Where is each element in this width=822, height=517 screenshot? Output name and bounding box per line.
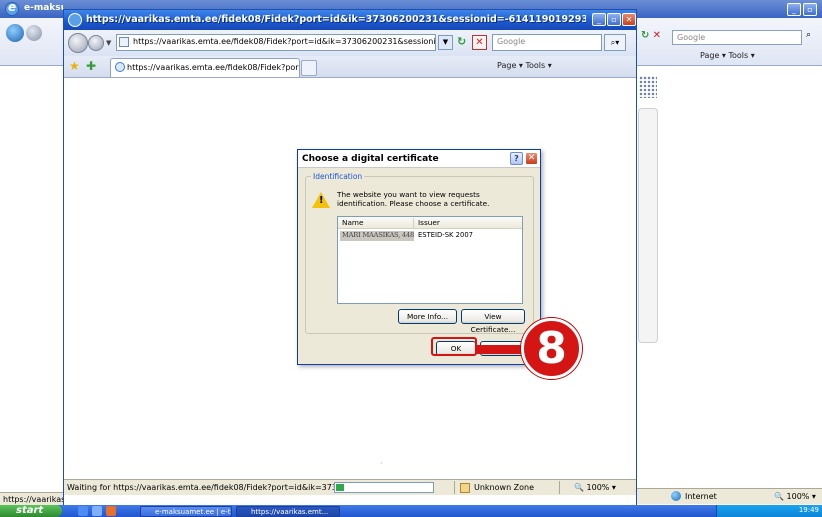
column-header-name[interactable]: Name xyxy=(338,218,414,228)
background-zoom[interactable]: 🔍 100% ▾ xyxy=(774,492,816,501)
security-zone[interactable]: Unknown Zone xyxy=(474,483,534,492)
column-header-issuer[interactable]: Issuer xyxy=(414,218,522,228)
stop-icon[interactable]: ✕ xyxy=(472,35,487,50)
ie-icon xyxy=(68,13,82,27)
search-input[interactable]: Google xyxy=(492,34,602,51)
search-icon[interactable]: ⌕ xyxy=(806,30,820,45)
background-status-text: https://vaarikas.e xyxy=(0,492,63,506)
more-info-button[interactable]: More Info... xyxy=(398,309,457,324)
add-favorites-icon[interactable]: ✚ xyxy=(86,59,96,73)
address-bar[interactable]: https://vaarikas.emta.ee/fidek08/Fidek?p… xyxy=(116,34,436,51)
background-page-panel xyxy=(638,108,658,343)
tab-active[interactable]: https://vaarikas.emta.ee/fidek08/Fidek?p… xyxy=(110,58,300,77)
page-icon xyxy=(119,37,129,47)
certificate-issuer: ESTEID-SK 2007 xyxy=(418,231,473,239)
back-arrow-icon[interactable] xyxy=(68,33,88,53)
list-header: Name Issuer xyxy=(338,217,522,229)
back-arrow-icon[interactable] xyxy=(6,24,24,42)
command-bar[interactable]: Page ▾ Tools ▾ xyxy=(497,61,552,70)
window-controls: _ ▫ ✕ xyxy=(591,13,636,26)
status-divider xyxy=(454,481,455,494)
close-icon[interactable]: ✕ xyxy=(525,152,538,165)
background-zoom-value: 100% xyxy=(786,492,810,501)
page-placeholder-mark: · xyxy=(380,459,383,468)
progress-bar-fill xyxy=(336,484,344,491)
history-dropdown-icon[interactable]: ▼ xyxy=(106,39,111,47)
dialog-message: The website you want to view requests id… xyxy=(337,190,490,208)
group-label: Identification xyxy=(311,172,365,181)
background-status-zone: Internet xyxy=(685,492,717,501)
progress-bar xyxy=(334,482,434,493)
certificate-name: MARI MAASIKAS, 44801 xyxy=(340,231,414,241)
favorites-star-icon[interactable]: ★ xyxy=(69,59,80,73)
search-icon[interactable]: ⌕▾ xyxy=(604,34,626,51)
globe-icon xyxy=(671,491,681,501)
warning-icon-mark: ! xyxy=(319,195,324,206)
quicklaunch-desktop-icon[interactable] xyxy=(92,506,102,516)
tab-bar: ★ ✚ https://vaarikas.emta.ee/fidek08/Fid… xyxy=(64,56,636,78)
status-divider xyxy=(559,481,560,494)
status-text: Waiting for https://vaarikas.emta.ee/fid… xyxy=(67,483,337,492)
list-item[interactable]: MARI MAASIKAS, 44801 ESTEID-SK 2007 xyxy=(338,231,522,241)
background-command-bar[interactable]: Page ▾ Tools ▾ xyxy=(700,51,755,60)
ok-highlight-box xyxy=(431,337,477,356)
ie-icon xyxy=(5,0,19,16)
loading-icon xyxy=(115,62,125,72)
zone-icon xyxy=(460,483,470,493)
refresh-icon[interactable]: ↻ xyxy=(457,35,466,48)
start-button[interactable]: start xyxy=(0,505,62,517)
minimize-icon[interactable]: _ xyxy=(787,3,801,16)
zoom-level[interactable]: 🔍 100% ▾ xyxy=(574,483,616,492)
new-tab-button[interactable] xyxy=(301,60,317,76)
dialog-title: Choose a digital certificate xyxy=(302,154,439,164)
navigation-bar: ▼ https://vaarikas.emta.ee/fidek08/Fidek… xyxy=(64,30,636,56)
forward-arrow-icon[interactable] xyxy=(26,25,42,41)
taskbar xyxy=(0,505,822,517)
view-certificate-button[interactable]: View Certificate... xyxy=(461,309,525,334)
background-search-input[interactable]: Google xyxy=(672,30,802,45)
minimize-icon[interactable]: _ xyxy=(592,13,606,26)
certificate-list[interactable]: Name Issuer MARI MAASIKAS, 44801 ESTEID-… xyxy=(337,216,523,304)
background-refresh-stop[interactable]: ↻ ✕ xyxy=(641,30,669,45)
close-icon[interactable]: ✕ xyxy=(622,13,636,26)
background-window-title: e-maksuam xyxy=(24,3,64,13)
step-number-badge: 8 xyxy=(521,318,582,379)
dialog-titlebar[interactable]: Choose a digital certificate ? ✕ xyxy=(298,150,540,168)
browser-title: https://vaarikas.emta.ee/fidek08/Fidek?p… xyxy=(86,14,586,25)
forward-arrow-icon[interactable] xyxy=(88,35,104,51)
quicklaunch-media-icon[interactable] xyxy=(106,506,116,516)
help-icon[interactable]: ? xyxy=(510,152,523,165)
browser-titlebar[interactable]: https://vaarikas.emta.ee/fidek08/Fidek?p… xyxy=(64,10,636,30)
certificate-dialog: Choose a digital certificate ? ✕ Identif… xyxy=(297,149,541,365)
clock: 19:49 xyxy=(798,506,819,514)
zoom-value: 100% xyxy=(586,483,610,492)
background-window-controls: _ ▫ xyxy=(785,3,817,16)
quicklaunch-ie-icon[interactable] xyxy=(78,506,88,516)
system-tray: 19:49 xyxy=(716,505,822,517)
status-bar: Waiting for https://vaarikas.emta.ee/fid… xyxy=(64,479,636,495)
address-dropdown-button[interactable]: ▼ xyxy=(438,35,453,50)
maximize-icon[interactable]: ▫ xyxy=(803,3,817,16)
taskbar-task-2[interactable]: https://vaarikas.emt... xyxy=(236,506,340,517)
maximize-icon[interactable]: ▫ xyxy=(607,13,621,26)
taskbar-task-1[interactable]: e-maksuamet.ee | e-t... xyxy=(140,506,232,517)
background-page-graphic xyxy=(639,76,657,98)
